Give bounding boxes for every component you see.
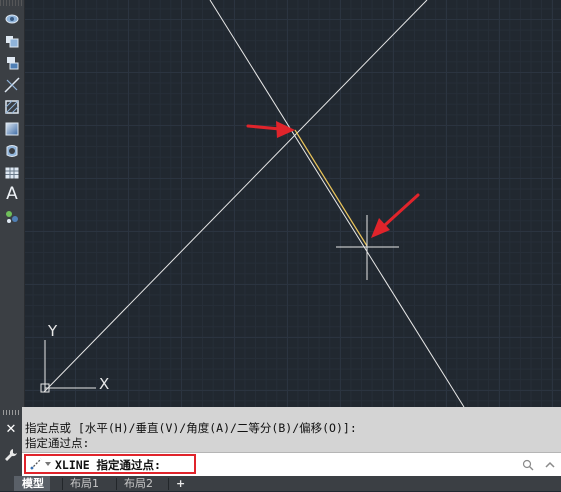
xline-diagonal-up[interactable] [43,0,428,393]
xline-preview-segment [294,129,368,247]
command-grip[interactable]: ✕ [0,407,22,476]
command-line-panel: ✕ 指定点或 [水平(H)/垂直(V)/角度(A)/二等分(B)/偏移(O)]:… [0,407,561,477]
command-history-line: 指定通过点: [25,436,90,450]
command-input[interactable] [200,455,504,475]
ucs-icon: Y X [40,322,109,393]
command-prompt: XLINE 指定通过点: [55,458,161,472]
crosshair-cursor [336,215,399,280]
chevron-down-icon[interactable] [45,462,51,466]
close-icon[interactable]: ✕ [4,423,18,437]
command-input-row: XLINE 指定通过点: [22,452,561,477]
xline-diagonal-down[interactable] [209,0,465,407]
tab-model[interactable]: 模型 [14,476,50,491]
command-history-line: 指定点或 [水平(H)/垂直(V)/角度(A)/二等分(B)/偏移(O)]: [25,421,357,435]
chevron-up-icon[interactable] [544,459,556,471]
command-icon[interactable] [30,458,42,470]
tab-layout1[interactable]: 布局1 [70,476,99,491]
red-arrow-right [371,193,420,238]
tab-layout2[interactable]: 布局2 [124,476,153,491]
ucs-x-label: X [99,375,109,393]
add-layout-button[interactable]: + [176,476,185,491]
search-icon[interactable] [522,459,534,471]
wrench-icon[interactable] [3,447,19,463]
ucs-y-label: Y [47,322,58,340]
layout-tab-bar: 模型 布局1 布局2 + [0,476,561,491]
canvas-overlay: Y X [40,0,465,407]
red-arrow-left [246,121,295,138]
